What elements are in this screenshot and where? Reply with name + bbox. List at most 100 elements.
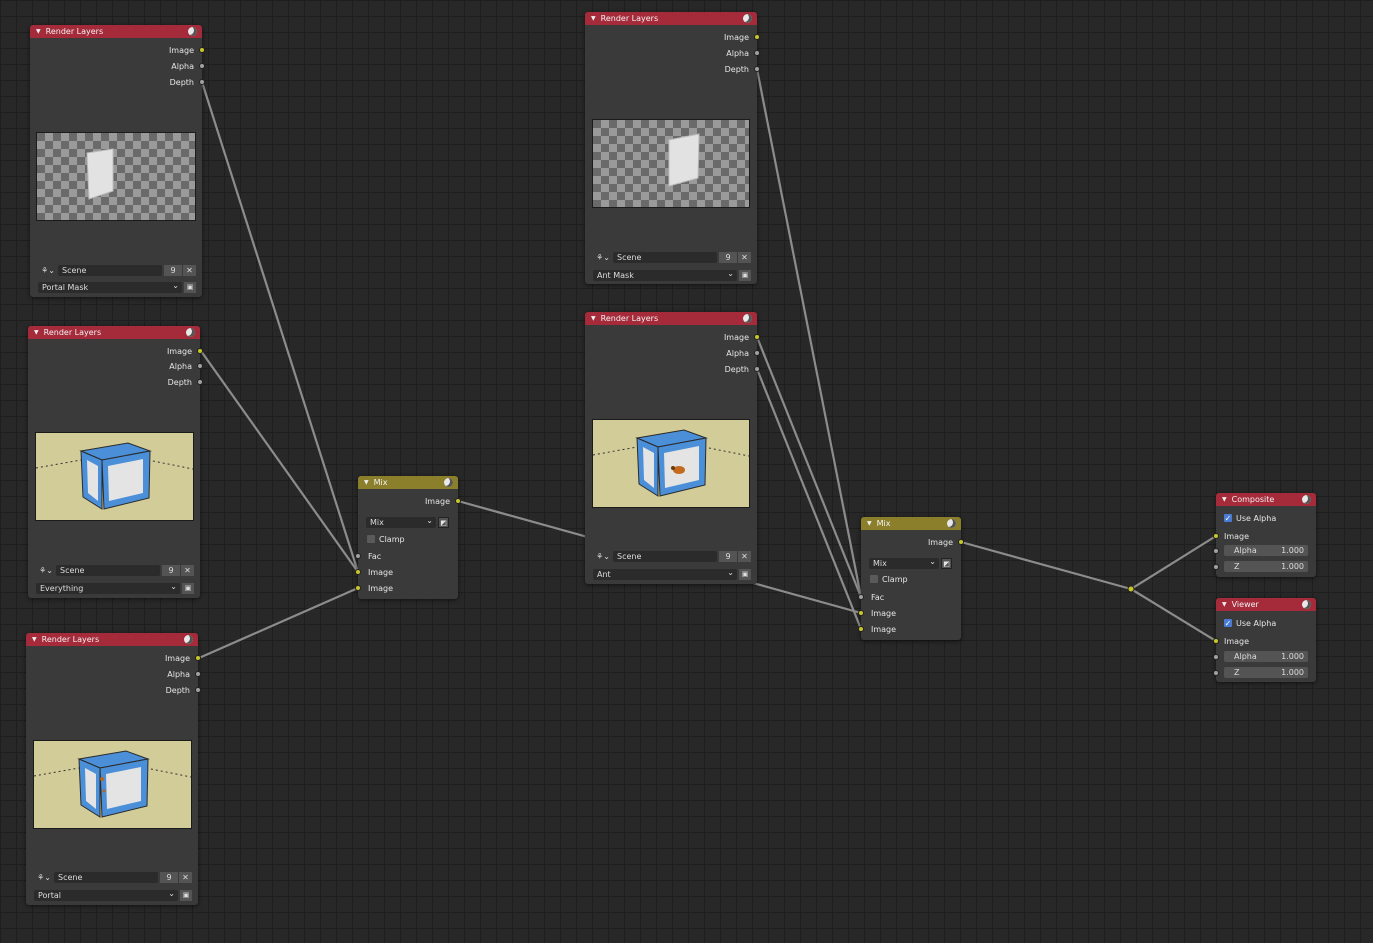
render-layers-node-everything[interactable]: ▼ Render Layers Image Alpha Depth ⚘⌄ Sce… [28,326,203,598]
view-layer-selector[interactable]: Portal ⌄ ▣ [34,889,192,901]
fac-input-socket[interactable] [858,594,864,600]
view-layer-dropdown[interactable]: Everything ⌄ [36,582,180,594]
render-globe-icon[interactable] [188,27,197,36]
collapse-triangle-icon[interactable]: ▼ [36,28,41,35]
render-globe-icon[interactable] [184,635,193,644]
node-header[interactable]: ▼ Composite [1216,493,1316,506]
view-layer-selector[interactable]: Portal Mask ⌄ ▣ [38,281,196,293]
depth-output-socket[interactable] [195,687,201,693]
blend-mode-dropdown[interactable]: Mix ⌄ [869,557,939,569]
scene-name-field[interactable]: Scene [56,564,160,576]
view-layer-dropdown[interactable]: Portal ⌄ [34,889,178,901]
image-output-socket[interactable] [455,498,461,504]
scene-users-count[interactable]: 9 [719,251,737,263]
render-layer-icon[interactable]: ▣ [184,281,196,293]
node-header[interactable]: ▼ Mix [358,476,458,489]
scene-icon[interactable]: ⚘⌄ [34,871,54,883]
image-output-socket[interactable] [199,47,205,53]
depth-output-socket[interactable] [754,66,760,72]
render-globe-icon[interactable] [1302,600,1311,609]
alpha-output-socket[interactable] [197,363,203,369]
composite-node[interactable]: ▼ Composite ✓ Use Alpha Image Alpha 1.000 … [1213,493,1316,577]
image1-input-socket[interactable] [858,610,864,616]
unlink-scene-icon[interactable]: ✕ [181,564,194,576]
preview-globe-icon[interactable] [947,519,956,528]
alpha-value-field[interactable]: Alpha 1.000 [1224,545,1308,556]
z-input-socket[interactable] [1213,564,1219,570]
node-header[interactable]: ▼ Render Layers [585,12,757,25]
scene-name-field[interactable]: Scene [54,871,158,883]
use-alpha-checkbox[interactable]: ✓ Use Alpha [1224,617,1276,629]
node-header[interactable]: ▼ Mix [861,517,961,530]
render-globe-icon[interactable] [743,314,752,323]
scene-name-field[interactable]: Scene [613,550,717,562]
view-layer-selector[interactable]: Ant ⌄ ▣ [593,568,751,580]
scene-selector[interactable]: ⚘⌄ Scene 9 ✕ [34,871,192,883]
node-header[interactable]: ▼ Render Layers [585,312,757,325]
view-layer-selector[interactable]: Ant Mask ⌄ ▣ [593,269,751,281]
alpha-output-socket[interactable] [195,671,201,677]
scene-users-count[interactable]: 9 [719,550,737,562]
render-globe-icon[interactable] [186,328,195,337]
depth-output-socket[interactable] [754,366,760,372]
node-header[interactable]: ▼ Render Layers [30,25,202,38]
view-layer-dropdown[interactable]: Ant ⌄ [593,568,737,580]
z-value-field[interactable]: Z 1.000 [1224,667,1308,678]
image-input-socket[interactable] [1213,533,1219,539]
use-alpha-toggle-icon[interactable]: ◩ [438,517,449,528]
node-header[interactable]: ▼ Render Layers [26,633,198,646]
alpha-input-socket[interactable] [1213,654,1219,660]
render-layers-node-portal[interactable]: ▼ Render Layers Image Alpha Depth ⚘⌄ Sce… [26,633,201,905]
alpha-output-socket[interactable] [754,50,760,56]
collapse-triangle-icon[interactable]: ▼ [364,479,369,486]
render-globe-icon[interactable] [1302,495,1311,504]
preview-globe-icon[interactable] [444,478,453,487]
render-globe-icon[interactable] [743,14,752,23]
collapse-triangle-icon[interactable]: ▼ [591,315,596,322]
view-layer-dropdown[interactable]: Ant Mask ⌄ [593,269,737,281]
blend-mode-dropdown[interactable]: Mix ⌄ [366,516,436,528]
image-output-socket[interactable] [195,655,201,661]
unlink-scene-icon[interactable]: ✕ [183,264,196,276]
scene-name-field[interactable]: Scene [613,251,717,263]
scene-users-count[interactable]: 9 [160,871,178,883]
render-layers-node-ant-mask[interactable]: ▼ Render Layers Image Alpha Depth ⚘⌄ Sce… [585,12,760,284]
collapse-triangle-icon[interactable]: ▼ [1222,496,1227,503]
scene-selector[interactable]: ⚘⌄ Scene 9 ✕ [593,550,751,562]
image-input-socket[interactable] [1213,638,1219,644]
scene-selector[interactable]: ⚘⌄ Scene 9 ✕ [38,264,196,276]
z-value-field[interactable]: Z 1.000 [1224,561,1308,572]
view-layer-selector[interactable]: Everything ⌄ ▣ [36,582,194,594]
render-layer-icon[interactable]: ▣ [739,269,751,281]
scene-icon[interactable]: ⚘⌄ [593,550,613,562]
scene-selector[interactable]: ⚘⌄ Scene 9 ✕ [36,564,194,576]
depth-output-socket[interactable] [197,379,203,385]
alpha-input-socket[interactable] [1213,548,1219,554]
scene-icon[interactable]: ⚘⌄ [38,264,58,276]
render-layers-node-ant[interactable]: ▼ Render Layers Image Alpha Depth ⚘⌄ Sce… [585,312,760,584]
alpha-value-field[interactable]: Alpha 1.000 [1224,651,1308,662]
image2-input-socket[interactable] [858,626,864,632]
node-header[interactable]: ▼ Render Layers [28,326,200,339]
image-output-socket[interactable] [197,348,203,354]
render-layer-icon[interactable]: ▣ [180,889,192,901]
node-header[interactable]: ▼ Viewer [1216,598,1316,611]
view-layer-dropdown[interactable]: Portal Mask ⌄ [38,281,182,293]
image-output-socket[interactable] [958,539,964,545]
alpha-output-socket[interactable] [754,350,760,356]
scene-selector[interactable]: ⚘⌄ Scene 9 ✕ [593,251,751,263]
scene-users-count[interactable]: 9 [162,564,180,576]
scene-icon[interactable]: ⚘⌄ [593,251,613,263]
mix-node-2[interactable]: ▼ Mix Image Mix ⌄ ◩ Clamp Fac Image Image [858,517,964,640]
image-output-socket[interactable] [754,34,760,40]
scene-name-field[interactable]: Scene [58,264,162,276]
clamp-checkbox[interactable]: Clamp [870,573,908,585]
collapse-triangle-icon[interactable]: ▼ [867,520,872,527]
fac-input-socket[interactable] [355,553,361,559]
collapse-triangle-icon[interactable]: ▼ [1222,601,1227,608]
collapse-triangle-icon[interactable]: ▼ [34,329,39,336]
image1-input-socket[interactable] [355,569,361,575]
collapse-triangle-icon[interactable]: ▼ [591,15,596,22]
depth-output-socket[interactable] [199,79,205,85]
viewer-node[interactable]: ▼ Viewer ✓ Use Alpha Image Alpha 1.000 Z 1.… [1213,598,1316,682]
